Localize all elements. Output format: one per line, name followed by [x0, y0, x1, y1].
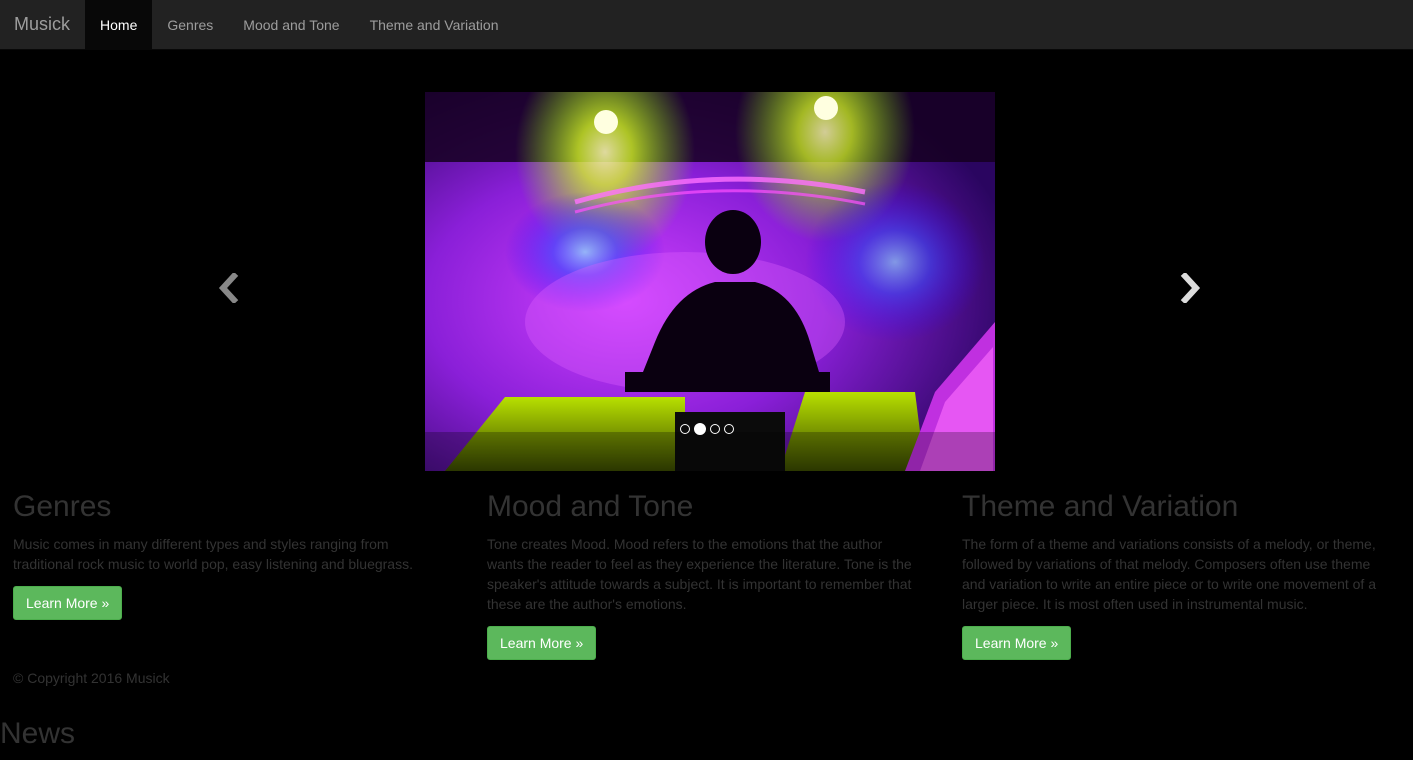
carousel-indicator-3[interactable] [710, 424, 720, 434]
news-heading: News [0, 717, 76, 750]
chevron-right-icon [1180, 273, 1201, 303]
genres-description: Music comes in many different types and … [13, 536, 413, 572]
genres-learn-more-button[interactable]: Learn More » [13, 586, 123, 620]
brand-link[interactable]: Musick [0, 0, 85, 49]
carousel-indicator-1[interactable] [680, 424, 690, 434]
mood-and-tone-column: Mood and Tone Tone creates Mood. Mood re… [487, 488, 917, 660]
theme-and-variation-column: Theme and Variation The form of a theme … [962, 488, 1392, 660]
carousel-next-button[interactable] [1176, 268, 1206, 308]
nav-item-mood-and-tone[interactable]: Mood and Tone [228, 0, 354, 49]
carousel-indicator-2[interactable] [694, 423, 706, 435]
top-navbar: Musick Home Genres Mood and Tone Theme a… [0, 0, 1413, 50]
carousel-prev-button[interactable] [213, 268, 243, 308]
chevron-left-icon [218, 273, 239, 303]
theme-and-variation-description: The form of a theme and variations consi… [962, 536, 1376, 612]
dj-concert-photo [425, 92, 995, 471]
image-carousel [0, 50, 1413, 480]
mood-and-tone-description: Tone creates Mood. Mood refers to the em… [487, 536, 912, 612]
carousel-indicators [680, 423, 734, 435]
mood-and-tone-heading: Mood and Tone [487, 490, 694, 523]
genres-heading: Genres [13, 490, 112, 523]
nav-item-home[interactable]: Home [85, 0, 153, 49]
carousel-indicator-4[interactable] [724, 424, 734, 434]
copyright-footer: © Copyright 2016 Musick [13, 670, 170, 686]
nav-item-genres[interactable]: Genres [152, 0, 228, 49]
nav-item-theme-and-variation[interactable]: Theme and Variation [355, 0, 514, 49]
theme-and-variation-heading: Theme and Variation [962, 490, 1239, 523]
genres-column: Genres Music comes in many different typ… [13, 488, 443, 620]
theme-and-variation-learn-more-button[interactable]: Learn More » [962, 626, 1072, 660]
mood-and-tone-learn-more-button[interactable]: Learn More » [487, 626, 597, 660]
